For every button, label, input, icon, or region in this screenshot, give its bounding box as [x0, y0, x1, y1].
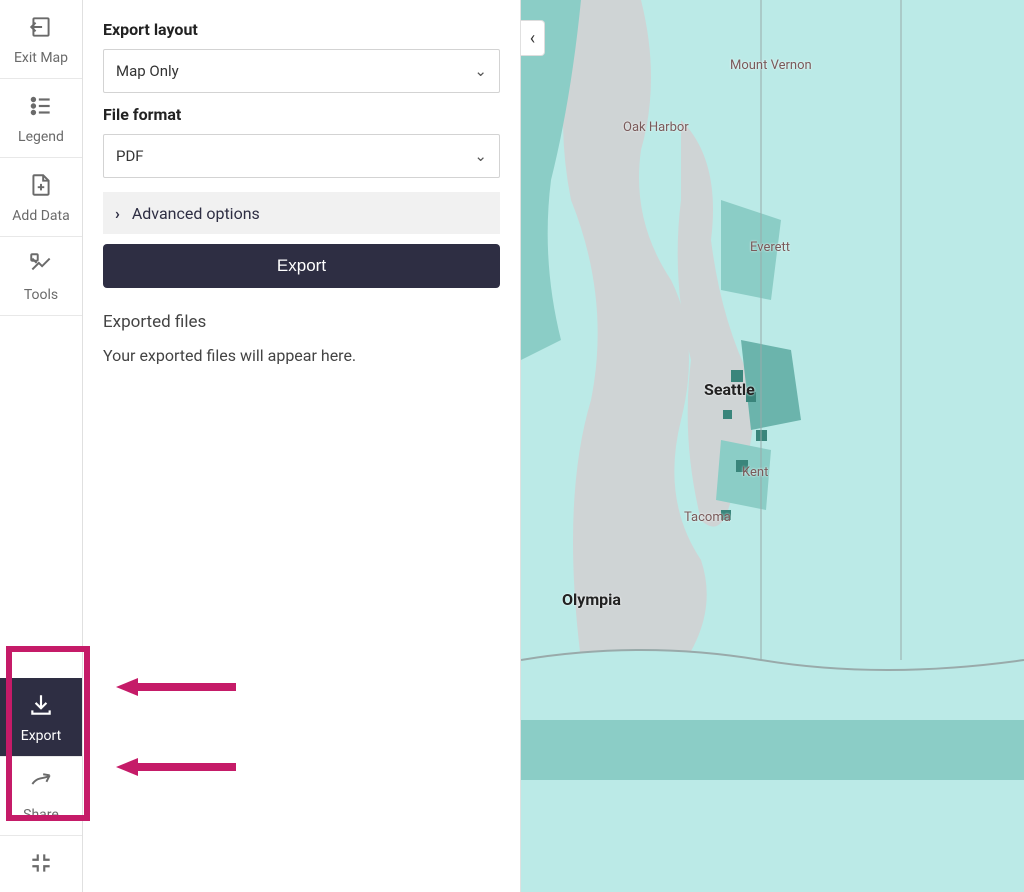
export-layout-label: Export layout: [103, 20, 500, 39]
file-format-label: File format: [103, 105, 500, 124]
map-label: Tacoma: [684, 510, 731, 525]
sidebar-tools[interactable]: Tools: [0, 237, 82, 316]
export-layout-select[interactable]: Map Only ⌄: [103, 49, 500, 93]
collapse-panel-button[interactable]: ‹: [521, 20, 545, 56]
sidebar-add-data[interactable]: Add Data: [0, 158, 82, 237]
sidebar-legend[interactable]: Legend: [0, 79, 82, 158]
sidebar-item-label: Tools: [24, 287, 58, 303]
share-icon: [28, 771, 54, 801]
map-choropleth: [521, 0, 1024, 892]
map-label: Kent: [742, 465, 768, 480]
chevron-right-icon: ›: [115, 204, 120, 223]
tools-icon: [28, 251, 54, 281]
exported-files-title: Exported files: [103, 312, 500, 332]
export-panel: Export layout Map Only ⌄ File format PDF…: [83, 0, 521, 892]
chevron-left-icon: ‹: [530, 28, 535, 49]
map-viewport[interactable]: ‹ Mount Vernon Oak Harbor Everett Seattle Ke…: [521, 0, 1024, 892]
map-label: Mount Vernon: [730, 58, 812, 73]
export-button[interactable]: Export: [103, 244, 500, 288]
legend-icon: [28, 93, 54, 123]
sidebar-top-group: Exit Map Legend Add Data Tools: [0, 0, 82, 316]
select-value: Map Only: [116, 62, 179, 80]
advanced-options-toggle[interactable]: › Advanced options: [103, 192, 500, 234]
sidebar-item-label: Export: [21, 728, 61, 744]
exit-map-icon: [28, 14, 54, 44]
fullscreen-exit-icon: [28, 850, 54, 880]
advanced-options-label: Advanced options: [132, 204, 260, 223]
map-label: Oak Harbor: [623, 120, 689, 135]
sidebar: Exit Map Legend Add Data Tools Export: [0, 0, 83, 892]
sidebar-bottom-group: Export Share: [0, 678, 82, 892]
chevron-down-icon: ⌄: [474, 147, 487, 165]
sidebar-fullscreen-exit[interactable]: [0, 836, 82, 892]
sidebar-share[interactable]: Share: [0, 757, 82, 836]
select-value: PDF: [116, 147, 144, 165]
sidebar-item-label: Legend: [18, 129, 64, 145]
sidebar-item-label: Share: [23, 807, 59, 823]
chevron-down-icon: ⌄: [474, 62, 487, 80]
exported-files-empty-text: Your exported files will appear here.: [103, 346, 500, 365]
sidebar-exit-map[interactable]: Exit Map: [0, 0, 82, 79]
sidebar-item-label: Exit Map: [14, 50, 68, 66]
sidebar-item-label: Add Data: [12, 208, 69, 224]
sidebar-export[interactable]: Export: [0, 678, 82, 757]
add-data-icon: [28, 172, 54, 202]
download-icon: [28, 692, 54, 722]
map-label: Seattle: [704, 380, 755, 399]
map-label: Olympia: [562, 590, 621, 609]
map-label: Everett: [750, 240, 790, 255]
file-format-select[interactable]: PDF ⌄: [103, 134, 500, 178]
